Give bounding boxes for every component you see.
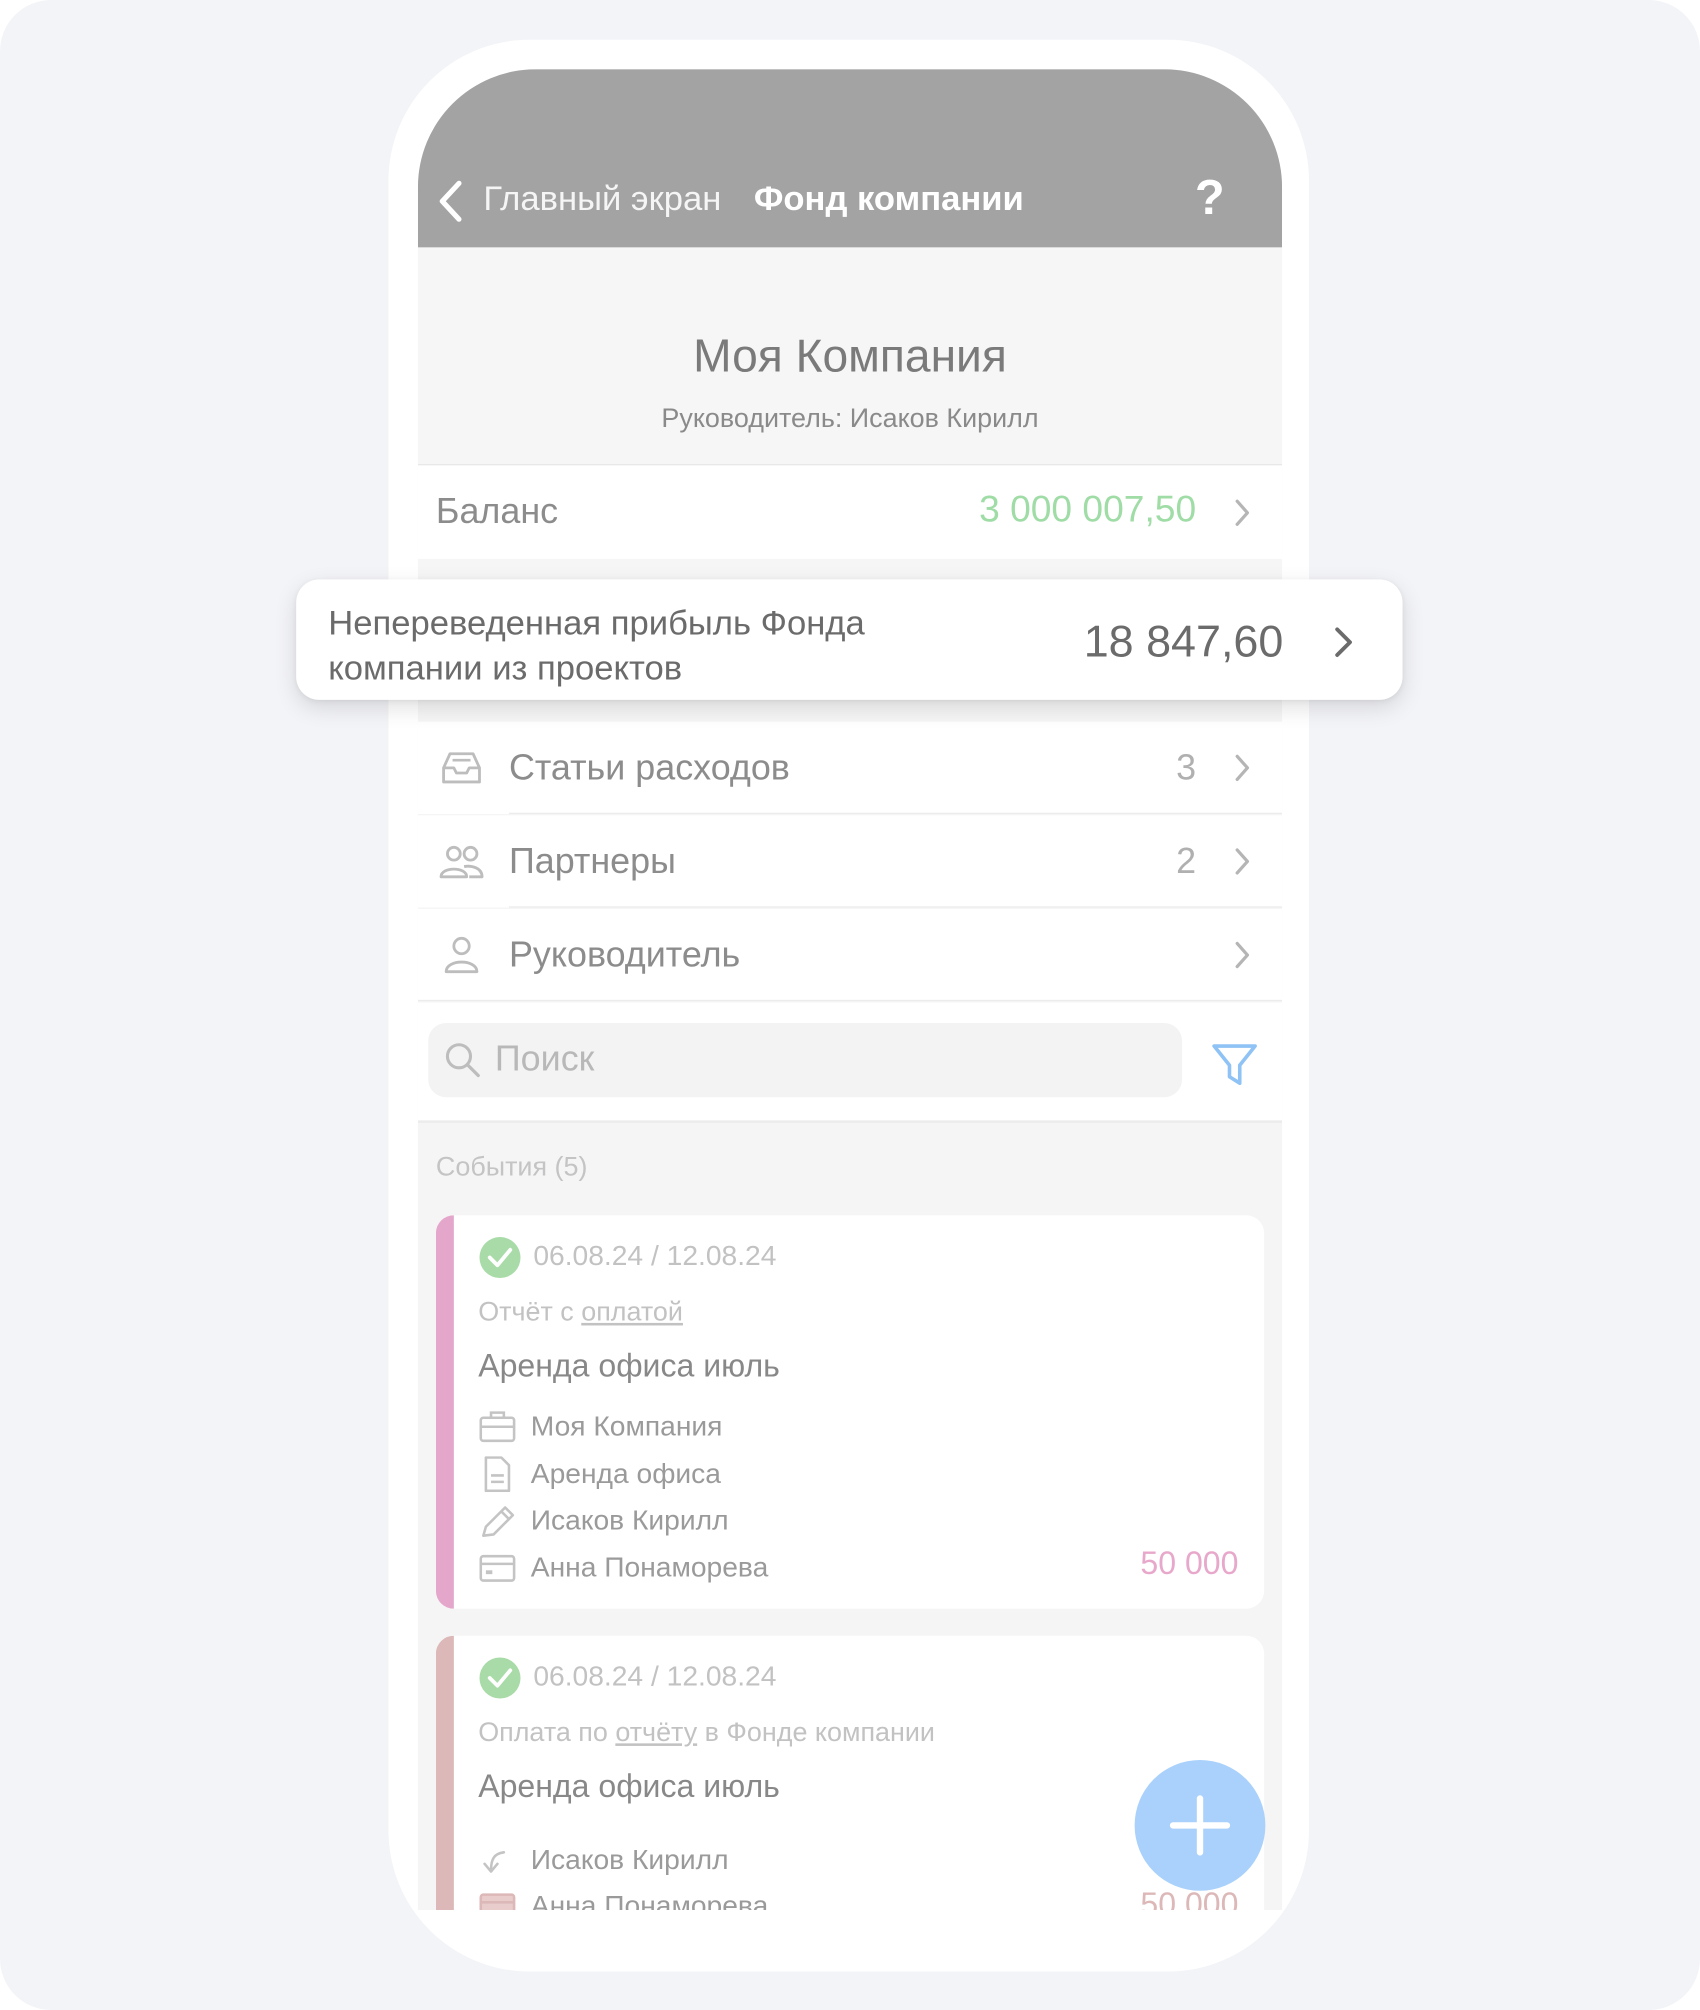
- event-author: Исаков Кирилл: [530, 1503, 729, 1536]
- event-title: Аренда офиса июль: [478, 1769, 780, 1805]
- event-kind: Оплата по отчёту в Фонде компании: [478, 1718, 935, 1749]
- filter-icon[interactable]: [1210, 1041, 1259, 1090]
- event-kind-prefix: Оплата по: [478, 1717, 616, 1748]
- menu-item-count: 3: [1176, 747, 1197, 788]
- event-company: Моя Компания: [530, 1410, 723, 1443]
- chevron-right-icon: [1235, 754, 1250, 781]
- balance-value: 3 000 007,50: [979, 489, 1197, 531]
- chevron-right-icon: [1235, 848, 1250, 875]
- divider: [508, 812, 1283, 814]
- event-kind-link[interactable]: отчёту: [615, 1718, 697, 1747]
- users-icon: [439, 845, 484, 879]
- user-icon: [444, 936, 479, 974]
- chevron-right-icon: [1235, 499, 1250, 526]
- event-stripe: [435, 1215, 454, 1609]
- company-header: Моя Компания Руководитель: Исаков Кирилл: [417, 247, 1283, 465]
- balance-row[interactable]: Баланс 3 000 007,50: [417, 464, 1283, 561]
- chevron-right-icon: [1235, 941, 1250, 969]
- event-kind-link[interactable]: оплатой: [581, 1297, 683, 1326]
- chevron-left-icon[interactable]: [436, 179, 467, 223]
- event-expense-item: Аренда офиса: [530, 1457, 721, 1490]
- event-stripe: [435, 1635, 454, 1911]
- event-title: Аренда офиса июль: [478, 1348, 780, 1385]
- check-icon: [479, 1237, 521, 1279]
- check-icon: [479, 1657, 521, 1699]
- event-card[interactable]: 06.08.24 / 12.08.24 Отчёт с оплатой Арен…: [435, 1215, 1265, 1609]
- event-amount: 50 000: [1140, 1886, 1239, 1911]
- pencil-icon: [482, 1506, 515, 1537]
- event-author: Исаков Кирилл: [530, 1843, 729, 1876]
- company-name: Моя Компания: [693, 329, 1007, 383]
- event-dates: 06.08.24 / 12.08.24: [533, 1239, 777, 1272]
- event-kind-prefix: Отчёт с: [478, 1297, 582, 1327]
- add-event-button[interactable]: [1134, 1760, 1266, 1891]
- unsent-profit-row[interactable]: Непереведенная прибыль Фонда компании из…: [296, 579, 1403, 700]
- divider: [417, 999, 1283, 1002]
- menu-item-label: Статьи расходов: [508, 747, 790, 788]
- briefcase-icon: [479, 1411, 516, 1443]
- event-kind: Отчёт с оплатой: [478, 1297, 683, 1328]
- card-icon: [479, 1893, 516, 1911]
- event-payer: Анна Понаморева: [530, 1889, 769, 1911]
- unsent-profit-value: 18 847,60: [1083, 616, 1284, 667]
- event-amount: 50 000: [1140, 1545, 1239, 1582]
- back-button[interactable]: Главный экран: [483, 179, 721, 219]
- event-dates: 06.08.24 / 12.08.24: [533, 1660, 777, 1693]
- search-icon: [445, 1043, 480, 1078]
- search-input[interactable]: Поиск: [428, 1022, 1183, 1098]
- unsent-profit-label: Непереведенная прибыль Фонда компании из…: [328, 603, 865, 688]
- chevron-right-icon: [1335, 627, 1352, 657]
- event-payer: Анна Понаморева: [530, 1551, 769, 1584]
- page-title: Фонд компании: [753, 179, 1024, 218]
- menu-item-partners[interactable]: Партнеры 2: [417, 815, 1283, 908]
- nav-header: Главный экран Фонд компании ?: [417, 69, 1283, 248]
- inbox-icon: [442, 752, 481, 784]
- menu-item-expense-items[interactable]: Статьи расходов 3: [417, 721, 1283, 814]
- divider: [508, 906, 1283, 908]
- app-screen: Главный экран Фонд компании ? Моя Компан…: [417, 69, 1283, 1911]
- events-section-title: События (5): [435, 1152, 588, 1182]
- event-card[interactable]: 06.08.24 / 12.08.24 Оплата по отчёту в Ф…: [435, 1635, 1265, 1911]
- menu-item-count: 2: [1176, 840, 1197, 881]
- plus-icon: [1169, 1795, 1231, 1856]
- card-icon: [479, 1554, 516, 1582]
- search-placeholder: Поиск: [494, 1038, 595, 1079]
- event-kind-suffix: в Фонде компании: [697, 1717, 935, 1748]
- search-bar: Поиск: [417, 1002, 1283, 1123]
- help-button[interactable]: ?: [1195, 172, 1225, 227]
- menu-item-label: Руководитель: [508, 934, 741, 975]
- balance-label: Баланс: [435, 490, 559, 531]
- document-icon: [484, 1456, 511, 1493]
- menu-item-manager[interactable]: Руководитель: [417, 908, 1283, 1002]
- arrow-return-icon: [483, 1851, 506, 1873]
- menu-item-label: Партнеры: [508, 840, 676, 881]
- company-head: Руководитель: Исаков Кирилл: [661, 403, 1039, 434]
